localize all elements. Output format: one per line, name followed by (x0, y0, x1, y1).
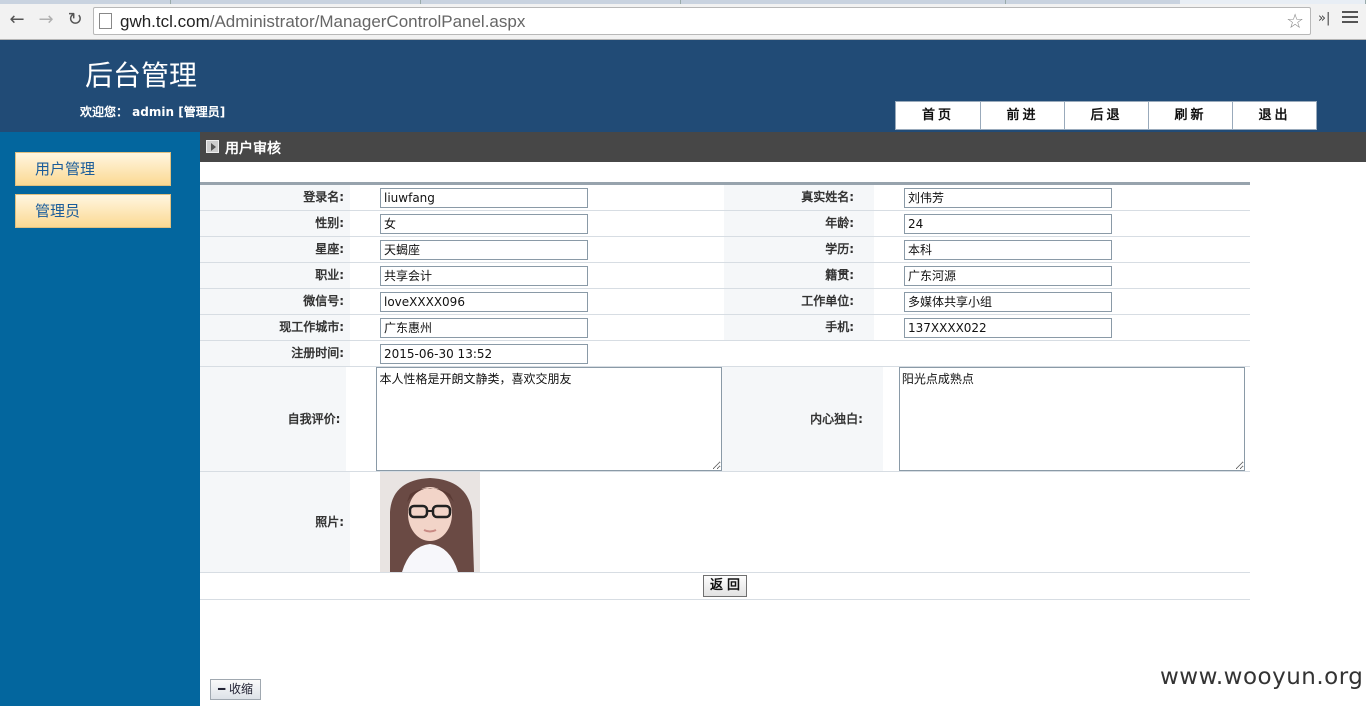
company-field[interactable] (904, 291, 1112, 312)
gender-field[interactable] (380, 213, 588, 234)
address-bar[interactable]: gwh.tcl.com/Administrator/ManagerControl… (93, 7, 1311, 35)
user-review-form: 登录名: 真实姓名: 性别: 年龄: 星座: 学历: 职业: 籍贯: 微信号: … (200, 182, 1250, 600)
form-row: 登录名: 真实姓名: (200, 185, 1250, 211)
self-eval-label: 自我评价: (200, 367, 347, 471)
sidebar-item-user-management[interactable]: 用户管理 (15, 152, 171, 186)
job-label: 职业: (200, 263, 350, 288)
wechat-label: 微信号: (200, 289, 350, 314)
forward-arrow-icon[interactable]: → (35, 9, 57, 31)
page-icon (99, 13, 112, 29)
monologue-label: 内心独白: (722, 367, 883, 471)
hometown-field[interactable] (904, 265, 1112, 286)
photo-label: 照片: (200, 472, 350, 572)
browser-toolbar: ← → ↻ gwh.tcl.com/Administrator/ManagerC… (0, 0, 1366, 40)
phone-field[interactable] (904, 317, 1112, 338)
app-title: 后台管理 (85, 59, 198, 92)
city-field[interactable] (380, 317, 588, 338)
nav-back-button[interactable]: 后退 (1064, 102, 1148, 129)
return-button[interactable]: 返回 (703, 575, 747, 597)
gender-label: 性别: (200, 211, 350, 236)
section-title: 用户审核 (225, 141, 281, 157)
nav-logout-button[interactable]: 退出 (1232, 102, 1316, 129)
education-field[interactable] (904, 239, 1112, 260)
app-header: 后台管理 欢迎您： admin [管理员] 首页 前进 后退 刷新 退出 (0, 40, 1366, 132)
nav-refresh-button[interactable]: 刷新 (1148, 102, 1232, 129)
user-photo (380, 472, 480, 572)
form-actions: 返回 (200, 573, 1250, 600)
wechat-field[interactable] (380, 291, 588, 312)
city-label: 现工作城市: (200, 315, 350, 340)
url-path: /Administrator/ManagerControlPanel.aspx (209, 12, 526, 31)
company-label: 工作单位: (724, 289, 874, 314)
monologue-textarea[interactable]: 阳光点成熟点 (898, 367, 1245, 471)
form-row: 职业: 籍贯: (200, 263, 1250, 289)
login-name-label: 登录名: (200, 185, 350, 210)
back-arrow-icon[interactable]: ← (6, 9, 28, 31)
age-field[interactable] (904, 213, 1112, 234)
collapse-label: 收缩 (229, 682, 254, 696)
nav-forward-button[interactable]: 前进 (980, 102, 1064, 129)
extensions-chevron-icon[interactable]: »| (1318, 11, 1330, 26)
minus-icon: ━ (217, 682, 226, 696)
reload-icon[interactable]: ↻ (64, 9, 86, 31)
top-nav: 首页 前进 后退 刷新 退出 (895, 101, 1317, 130)
reg-time-field[interactable] (380, 343, 588, 364)
section-header: 用户审核 (200, 132, 1366, 162)
login-name-field[interactable] (380, 187, 588, 208)
hometown-label: 籍贯: (724, 263, 874, 288)
form-row: 注册时间: (200, 341, 1250, 367)
form-row: 星座: 学历: (200, 237, 1250, 263)
age-label: 年龄: (724, 211, 874, 236)
form-row: 自我评价: 本人性格是开朗文静类，喜欢交朋友 内心独白: 阳光点成熟点 (200, 367, 1250, 472)
welcome-text: 欢迎您： admin [管理员] (80, 105, 226, 119)
url-host: gwh.tcl.com (120, 12, 210, 31)
form-row: 微信号: 工作单位: (200, 289, 1250, 315)
nav-home-button[interactable]: 首页 (896, 102, 980, 129)
menu-icon[interactable] (1342, 11, 1358, 25)
tab-strip (0, 0, 1366, 4)
section-arrow-icon (206, 140, 219, 153)
real-name-label: 真实姓名: (724, 185, 874, 210)
job-field[interactable] (380, 265, 588, 286)
education-label: 学历: (724, 237, 874, 262)
collapse-button[interactable]: ━ 收缩 (210, 679, 261, 700)
sidebar: 用户管理 管理员 (0, 132, 200, 706)
real-name-field[interactable] (904, 187, 1112, 208)
phone-label: 手机: (724, 315, 874, 340)
watermark: www.wooyun.org (1160, 664, 1364, 690)
url-text: gwh.tcl.com/Administrator/ManagerControl… (120, 12, 525, 32)
reg-time-label: 注册时间: (200, 341, 350, 366)
form-row: 现工作城市: 手机: (200, 315, 1250, 341)
sidebar-item-admin[interactable]: 管理员 (15, 194, 171, 228)
zodiac-field[interactable] (380, 239, 588, 260)
self-eval-textarea[interactable]: 本人性格是开朗文静类，喜欢交朋友 (376, 367, 723, 471)
form-row: 照片: (200, 472, 1250, 573)
zodiac-label: 星座: (200, 237, 350, 262)
form-row: 性别: 年龄: (200, 211, 1250, 237)
bookmark-star-icon[interactable]: ☆ (1286, 9, 1304, 33)
